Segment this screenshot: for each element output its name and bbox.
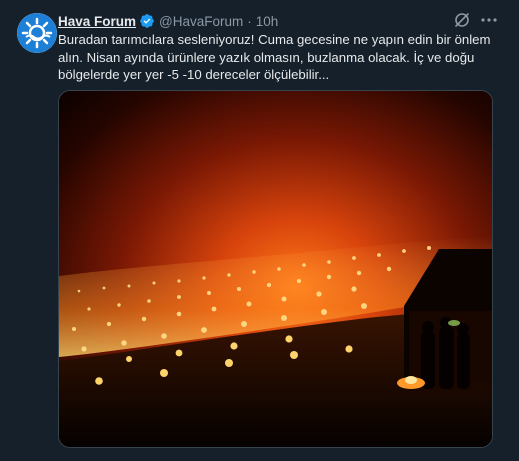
handle[interactable]: @HavaForum [159,14,243,29]
action-bar [58,449,498,461]
tweet-card[interactable]: Hava Forum @HavaForum · 10h Buradan tarı… [0,0,519,459]
avatar[interactable] [17,13,57,53]
tweet-photo[interactable] [58,90,493,448]
verified-badge-icon[interactable] [139,13,155,29]
hava-forum-logo-icon [17,13,57,53]
separator-dot: · [247,13,252,29]
timestamp[interactable]: 10h [256,14,279,29]
more-icon[interactable] [479,11,499,29]
tweet-header: Hava Forum @HavaForum · 10h [58,11,278,31]
display-name[interactable]: Hava Forum [58,14,136,29]
grok-icon[interactable] [453,11,471,29]
vineyard-fire-photo [59,91,492,447]
tweet-text: Buradan tarımcılara sesleniyoruz! Cuma g… [58,32,491,82]
